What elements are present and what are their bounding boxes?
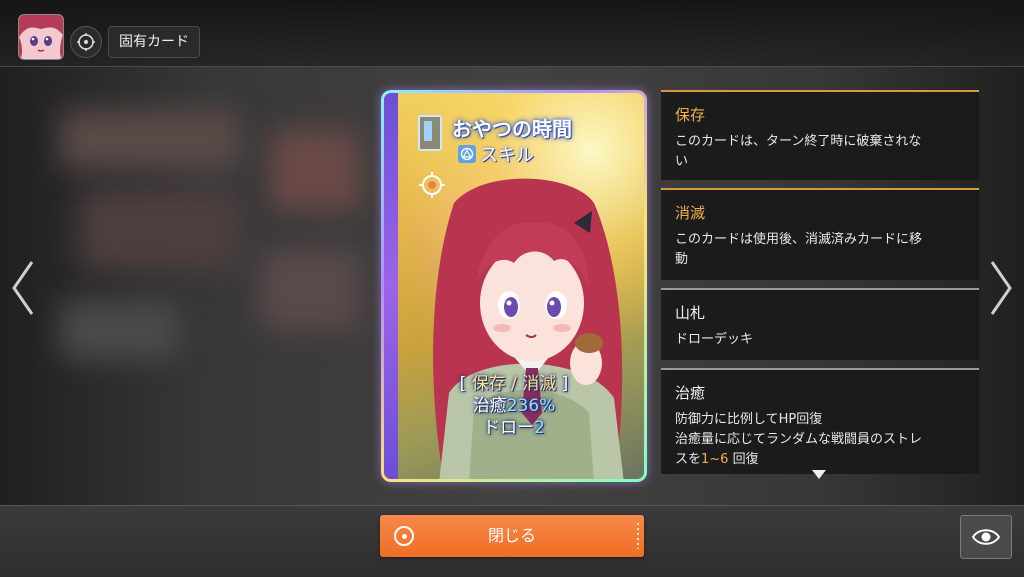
card-draw-line: ドロー2 — [384, 417, 644, 439]
bg-blur-shape — [80, 190, 240, 270]
heal-label: 治癒 — [472, 396, 507, 416]
keyword-title: 保存 — [675, 106, 706, 124]
keyword-panel-deck: 山札 ドローデッキ — [661, 288, 979, 360]
eye-icon[interactable] — [960, 515, 1012, 559]
page-title: 固有カード — [108, 26, 200, 58]
keyword-title: 治癒 — [675, 384, 706, 402]
heal-value: 236% — [506, 396, 556, 416]
close-button[interactable]: 閉じる — [380, 515, 644, 557]
scroll-down-icon[interactable] — [812, 470, 826, 479]
keyword-description: 防御力に比例してHP回復 治癒量に応じてランダムな戦闘員のストレ スを1~6 回… — [675, 410, 969, 470]
description-line: 防御力に比例してHP回復 — [675, 412, 823, 427]
close-button-label: 閉じる — [487, 526, 536, 545]
card-keywords: [ 保存 / 消滅 ] — [384, 373, 644, 395]
keyword-description: ドローデッキ — [675, 330, 969, 350]
keyword-description: このカードは、ターン終了時に破棄されな い — [675, 132, 969, 172]
card-type: スキル — [458, 141, 534, 167]
description-line: スを1~6 回復 — [675, 450, 969, 470]
keyword-panel-preserve: 保存 このカードは、ターン終了時に破棄されな い — [661, 90, 979, 180]
skill-card[interactable]: おやつの時間 スキル [ 保存 / 消滅 ] 治癒236% ドロー2 — [381, 90, 647, 482]
top-bar: 固有カード — [0, 0, 1024, 67]
draw-value: 2 — [534, 418, 545, 438]
highlight-value: 1~6 — [701, 452, 729, 467]
draw-label: ドロー — [483, 418, 535, 438]
target-crosshair-icon — [419, 172, 445, 198]
keyword-title: 消滅 — [675, 204, 706, 222]
keyword-title: 山札 — [675, 304, 706, 322]
card-heal-line: 治癒236% — [384, 395, 644, 417]
description-line: い — [675, 154, 689, 169]
description-line: 治癒量に応じてランダムな戦闘員のストレ — [675, 432, 923, 447]
target-icon[interactable] — [70, 26, 102, 58]
card-cost-gauge — [418, 115, 442, 151]
description-line: このカードは使用後、消滅済みカードに移 — [675, 232, 923, 247]
bg-blur-shape — [260, 250, 360, 330]
description-line: 動 — [675, 252, 689, 267]
card-effect-text: [ 保存 / 消滅 ] 治癒236% ドロー2 — [384, 373, 644, 439]
card-type-label: スキル — [480, 145, 534, 166]
keyword-bracket-close: ] — [556, 374, 569, 394]
description-text: スを — [675, 452, 702, 467]
chevron-left-icon[interactable] — [6, 258, 40, 318]
bg-blur-shape — [60, 300, 180, 360]
keyword-panel-heal: 治癒 防御力に比例してHP回復 治癒量に応じてランダムな戦闘員のストレ スを1~… — [661, 368, 979, 474]
keyword-bracket-open: [ — [459, 374, 472, 394]
skill-type-icon — [458, 145, 476, 163]
description-text: 回復 — [728, 452, 759, 467]
bg-blur-shape — [270, 130, 360, 210]
bg-blur-shape — [60, 110, 240, 170]
character-portrait-icon[interactable] — [18, 14, 64, 60]
chevron-right-icon[interactable] — [984, 258, 1018, 318]
card-name: おやつの時間 — [452, 117, 572, 141]
description-line: このカードは、ターン終了時に破棄されな — [675, 134, 922, 149]
card-keyword-list: 保存 / 消滅 — [471, 374, 557, 394]
keyword-panel-exhaust: 消滅 このカードは使用後、消滅済みカードに移 動 — [661, 188, 979, 280]
keyword-description: このカードは使用後、消滅済みカードに移 動 — [675, 230, 969, 270]
description-line: ドローデッキ — [675, 332, 754, 347]
button-dots-decoration — [637, 523, 639, 549]
